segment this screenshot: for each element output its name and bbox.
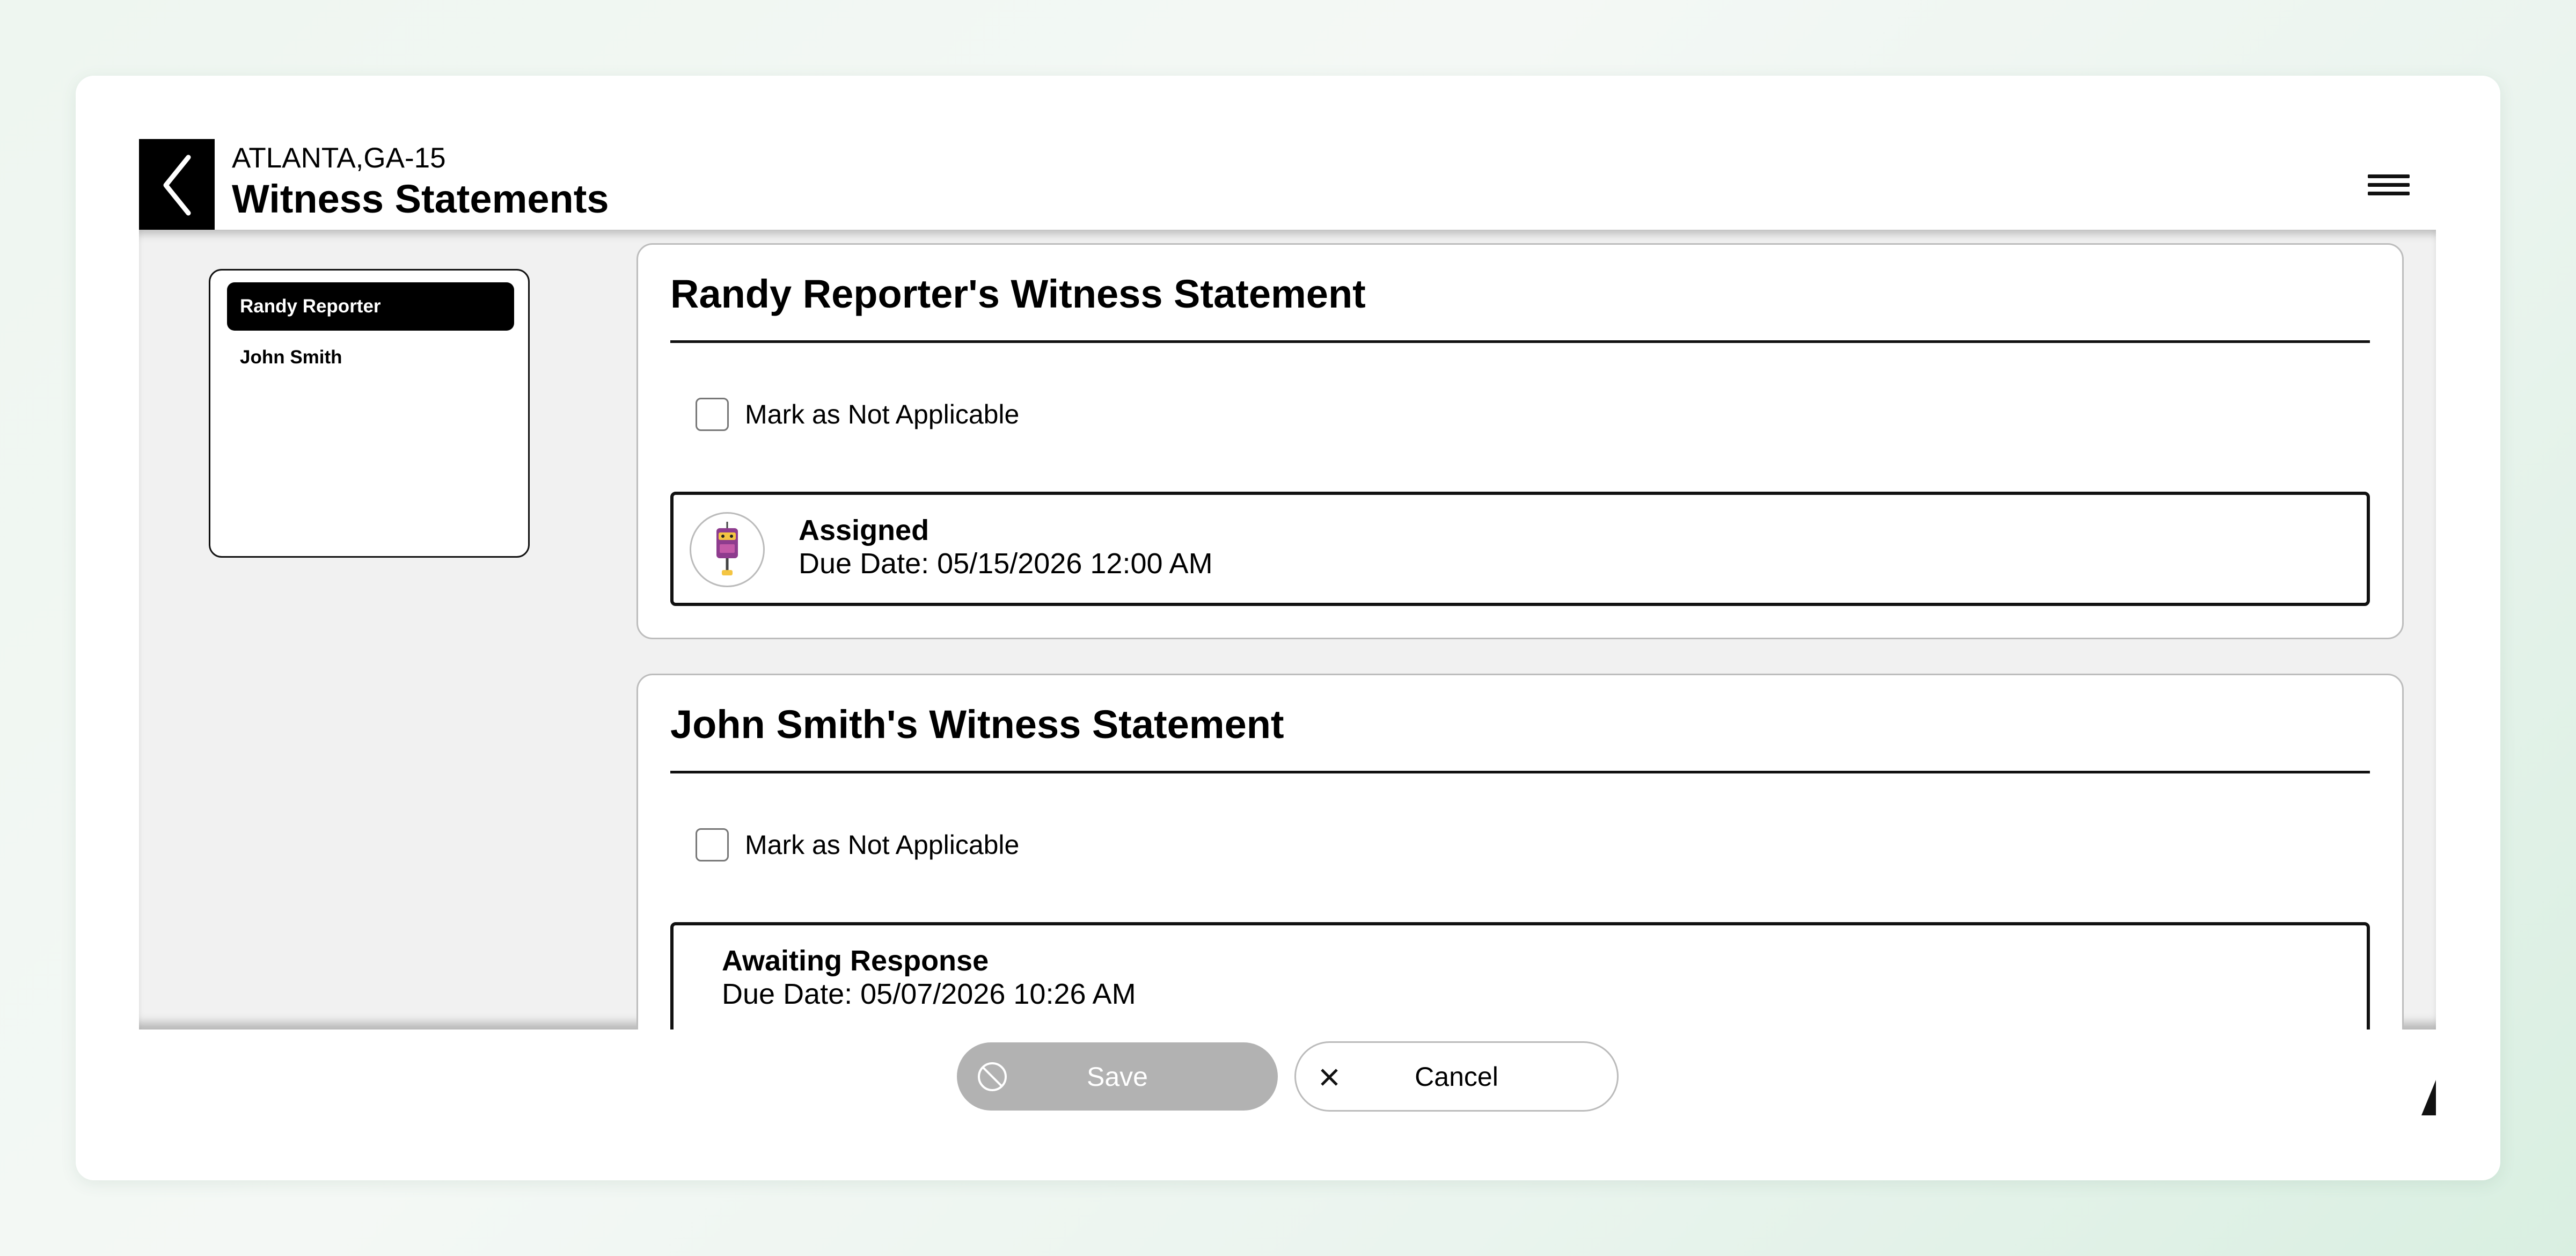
- robot-avatar-icon: [690, 512, 765, 587]
- content-area[interactable]: Randy Reporter John Smith Randy Reporter…: [139, 230, 2436, 1029]
- save-label: Save: [1087, 1061, 1148, 1092]
- location-label: ATLANTA,GA-15: [232, 142, 446, 174]
- hamburger-menu-icon: [2368, 174, 2410, 178]
- status-card[interactable]: Awaiting Response Due Date: 05/07/2026 1…: [670, 922, 2370, 1029]
- back-button[interactable]: [139, 139, 215, 231]
- not-applicable-checkbox[interactable]: [696, 398, 729, 431]
- status-label: Assigned: [799, 514, 930, 546]
- statement-panel: John Smith's Witness Statement Mark as N…: [636, 674, 2404, 1029]
- statement-panel: Randy Reporter's Witness Statement Mark …: [636, 243, 2404, 639]
- status-info: Assigned Due Date: 05/15/2026 12:00 AM: [799, 514, 1213, 580]
- not-applicable-row[interactable]: Mark as Not Applicable: [696, 828, 1019, 861]
- witness-list-item[interactable]: Randy Reporter: [227, 282, 514, 331]
- witness-name: Randy Reporter: [240, 296, 381, 317]
- witness-name: John Smith: [240, 347, 342, 368]
- divider: [670, 771, 2370, 773]
- not-applicable-row[interactable]: Mark as Not Applicable: [696, 398, 1019, 431]
- not-applicable-label[interactable]: Mark as Not Applicable: [745, 399, 1019, 430]
- resize-handle-icon[interactable]: [2421, 1080, 2436, 1115]
- save-button[interactable]: Save: [957, 1042, 1278, 1111]
- close-icon: [1321, 1069, 1338, 1086]
- page-title: Witness Statements: [232, 177, 609, 221]
- cancel-label: Cancel: [1415, 1061, 1498, 1092]
- disabled-icon: [978, 1062, 1007, 1091]
- chevron-left-icon: [163, 155, 191, 215]
- menu-icon-bar: [2368, 182, 2410, 187]
- due-date: Due Date: 05/07/2026 10:26 AM: [722, 978, 1136, 1011]
- cancel-button[interactable]: Cancel: [1294, 1041, 1619, 1112]
- statement-title: John Smith's Witness Statement: [670, 702, 1284, 747]
- divider: [670, 340, 2370, 343]
- statement-title: Randy Reporter's Witness Statement: [670, 272, 1366, 316]
- not-applicable-label[interactable]: Mark as Not Applicable: [745, 829, 1019, 860]
- menu-icon-bar: [2368, 191, 2410, 195]
- witness-list: Randy Reporter John Smith: [209, 269, 530, 558]
- status-info: Awaiting Response Due Date: 05/07/2026 1…: [722, 944, 1136, 1011]
- menu-button[interactable]: [2368, 169, 2410, 201]
- due-date: Due Date: 05/15/2026 12:00 AM: [799, 547, 1213, 580]
- not-applicable-checkbox[interactable]: [696, 828, 729, 861]
- status-card[interactable]: Assigned Due Date: 05/15/2026 12:00 AM: [670, 492, 2370, 606]
- status-label: Awaiting Response: [722, 945, 989, 977]
- footer-bar: [139, 1029, 2436, 1115]
- witness-list-item[interactable]: John Smith: [227, 333, 514, 382]
